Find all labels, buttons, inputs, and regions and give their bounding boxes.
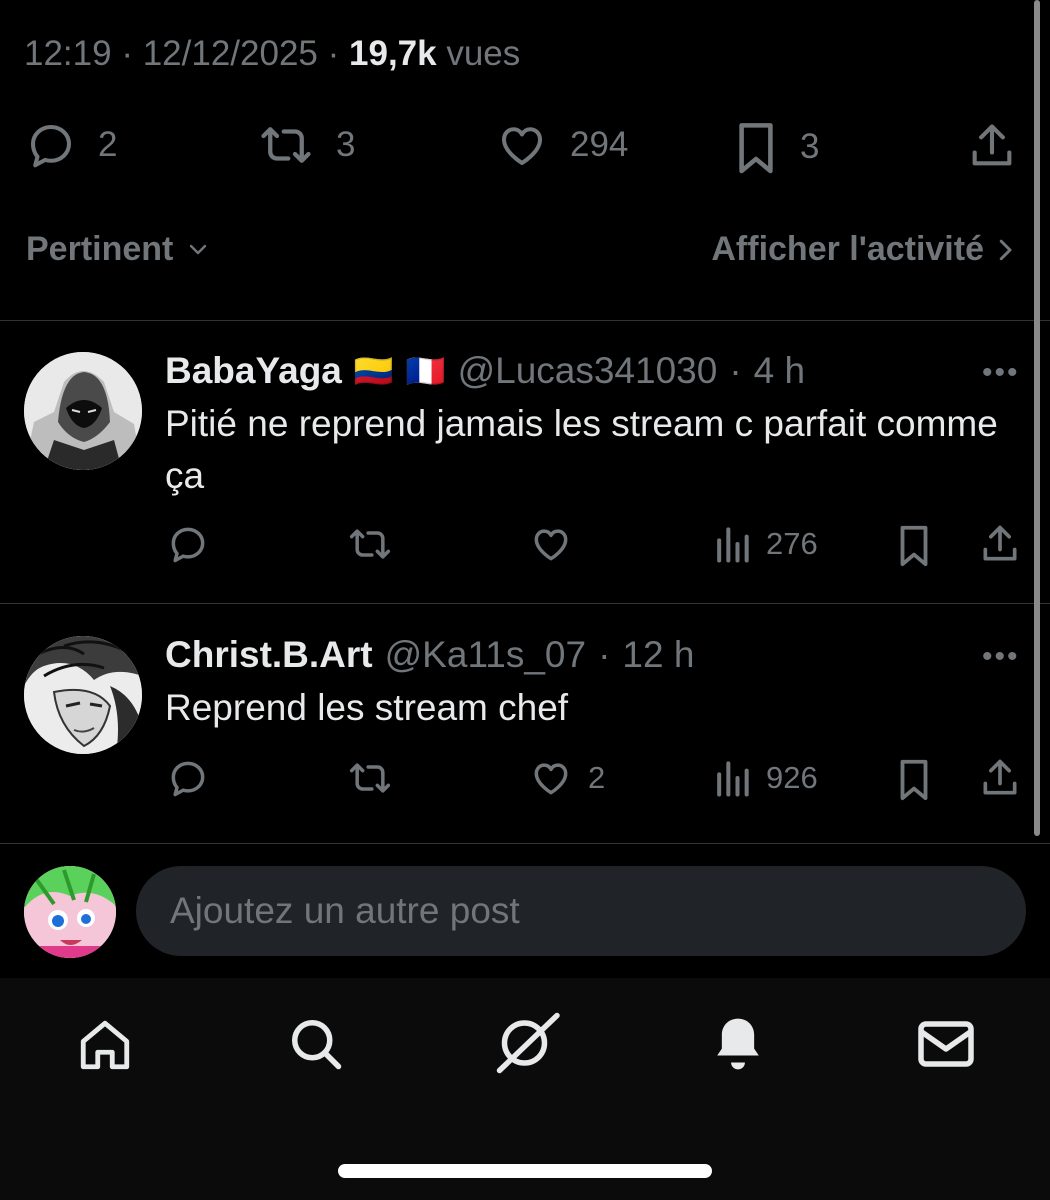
display-name[interactable]: Christ.B.Art bbox=[165, 634, 373, 676]
divider bbox=[0, 843, 1050, 844]
sort-dropdown[interactable]: Pertinent bbox=[26, 230, 213, 269]
reply-text: Pitié ne reprend jamais les stream c par… bbox=[165, 403, 998, 496]
repost-stat-button[interactable]: 3 bbox=[256, 118, 355, 172]
scrollbar[interactable] bbox=[1034, 0, 1040, 836]
avatar[interactable] bbox=[24, 352, 142, 470]
bookmark-icon bbox=[732, 118, 780, 176]
divider bbox=[0, 320, 1050, 321]
divider bbox=[0, 603, 1050, 604]
avatar[interactable] bbox=[24, 636, 142, 754]
view-count: 276 bbox=[766, 526, 818, 561]
repost-button[interactable] bbox=[345, 756, 395, 800]
reply-stat-button[interactable]: 2 bbox=[24, 118, 117, 172]
analytics-icon bbox=[712, 756, 752, 800]
bookmark-icon bbox=[894, 756, 934, 802]
share-button[interactable] bbox=[978, 522, 1022, 566]
share-icon bbox=[978, 756, 1022, 800]
reply-time: 4 h bbox=[753, 350, 806, 391]
heart-icon bbox=[528, 522, 574, 566]
compose-placeholder: Ajoutez un autre post bbox=[170, 890, 520, 931]
repost-icon bbox=[345, 756, 395, 800]
views-label: vues bbox=[446, 34, 521, 73]
display-name[interactable]: BabaYaga bbox=[165, 350, 342, 392]
reply-button[interactable] bbox=[166, 522, 210, 566]
analytics-icon bbox=[712, 522, 752, 566]
repost-count: 3 bbox=[336, 125, 356, 164]
bookmark-button[interactable] bbox=[894, 756, 934, 802]
sort-label: Pertinent bbox=[26, 230, 174, 268]
repost-icon bbox=[256, 118, 316, 172]
reply-text: Reprend les stream chef bbox=[165, 687, 569, 728]
bookmark-button[interactable] bbox=[894, 522, 934, 568]
view-count: 926 bbox=[766, 760, 818, 795]
views-count[interactable]: 19,7k bbox=[349, 34, 437, 73]
repost-button[interactable] bbox=[345, 522, 395, 566]
home-indicator bbox=[338, 1164, 712, 1178]
flag-france: 🇫🇷 bbox=[405, 353, 446, 389]
bookmark-stat-button[interactable]: 3 bbox=[732, 118, 819, 176]
reply-time: 12 h bbox=[622, 634, 695, 675]
reply-icon bbox=[166, 522, 210, 566]
notifications-icon[interactable] bbox=[710, 1014, 766, 1074]
more-options-icon[interactable]: ••• bbox=[982, 356, 1020, 390]
share-button[interactable] bbox=[978, 756, 1022, 800]
reply-button[interactable] bbox=[166, 756, 210, 800]
post-time: 12:19 bbox=[24, 34, 112, 73]
more-options-icon[interactable]: ••• bbox=[982, 640, 1020, 674]
share-icon bbox=[978, 522, 1022, 566]
like-count: 294 bbox=[570, 125, 629, 164]
reply-icon bbox=[166, 756, 210, 800]
post-date: 12/12/2025 bbox=[142, 34, 318, 73]
flag-colombia: 🇨🇴 bbox=[353, 353, 394, 389]
user-avatar[interactable] bbox=[24, 866, 116, 958]
heart-icon bbox=[528, 756, 574, 800]
like-stat-button[interactable]: 294 bbox=[494, 118, 628, 172]
repost-icon bbox=[345, 522, 395, 566]
messages-icon[interactable] bbox=[916, 1016, 976, 1072]
grok-icon[interactable] bbox=[492, 1010, 562, 1076]
reply-icon bbox=[24, 118, 78, 172]
chevron-right-icon bbox=[994, 235, 1016, 265]
like-button[interactable] bbox=[528, 522, 588, 566]
activity-label: Afficher l'activité bbox=[711, 230, 984, 268]
views-button[interactable]: 926 bbox=[712, 756, 818, 800]
reply-header: Christ.B.Art @Ka11s_07 · 12 h bbox=[165, 634, 695, 676]
like-button[interactable]: 2 bbox=[528, 756, 605, 800]
handle[interactable]: @Ka11s_07 bbox=[385, 634, 586, 676]
bookmark-icon bbox=[894, 522, 934, 568]
activity-link[interactable]: Afficher l'activité bbox=[711, 230, 1016, 269]
handle[interactable]: @Lucas341030 bbox=[458, 350, 718, 392]
post-meta: 12:19 · 12/12/2025 · 19,7k vues bbox=[24, 34, 521, 73]
heart-icon bbox=[494, 118, 550, 172]
search-icon[interactable] bbox=[286, 1014, 346, 1074]
home-icon[interactable] bbox=[76, 1016, 134, 1074]
views-button[interactable]: 276 bbox=[712, 522, 818, 566]
chevron-down-icon bbox=[183, 238, 213, 262]
bookmark-count: 3 bbox=[800, 127, 820, 166]
reply-header: BabaYaga 🇨🇴 🇫🇷 @Lucas341030 · 4 h bbox=[165, 350, 806, 392]
reply-count: 2 bbox=[98, 125, 118, 164]
share-icon bbox=[966, 118, 1018, 174]
like-count: 2 bbox=[588, 760, 606, 795]
share-button[interactable] bbox=[966, 118, 1018, 174]
